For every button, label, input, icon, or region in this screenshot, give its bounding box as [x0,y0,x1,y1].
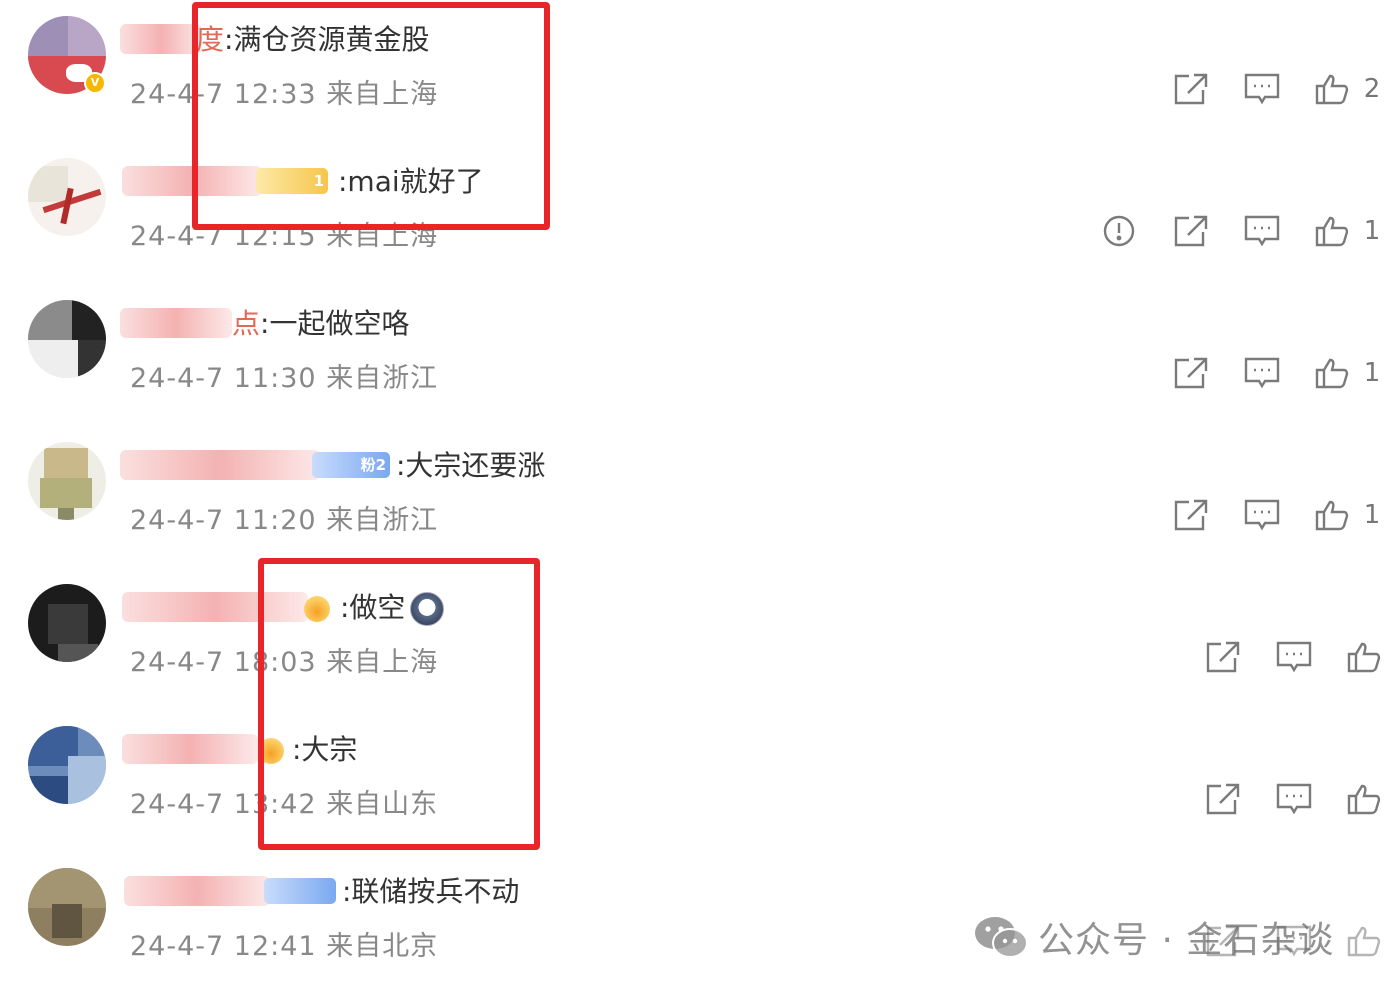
comment-item: 点:一起做空咯 24-4-7 11:30 来自浙江 1 [0,284,1398,426]
like-icon[interactable] [1346,924,1384,958]
comment-text: :大宗还要涨 [396,449,546,482]
share-icon[interactable] [1172,356,1210,390]
avatar[interactable] [28,584,106,662]
report-icon[interactable] [1100,214,1138,248]
comment-item: :做空 24-4-7 18:03 来自上海 [0,568,1398,710]
like-count: 1 [1363,358,1381,388]
wechat-icon [975,917,1028,958]
comment-icon[interactable] [1243,72,1281,106]
comment-text: 点:一起做空咯 [232,307,410,340]
comment-meta: 24-4-7 11:20 来自浙江 [130,498,438,537]
comment-item: 粉2 :大宗还要涨 24-4-7 11:20 来自浙江 1 [0,426,1398,568]
timestamp: 24-4-7 11:30 [130,363,317,394]
like-count: 1 [1363,216,1381,246]
comment-icon[interactable] [1275,782,1313,816]
like-icon[interactable] [1346,640,1384,674]
comment-icon[interactable] [1243,214,1281,248]
share-icon[interactable] [1172,498,1210,532]
timestamp: 24-4-7 12:41 [130,931,317,962]
avatar[interactable] [28,442,106,520]
like-icon[interactable] [1346,782,1384,816]
fan-medal[interactable] [264,878,336,904]
location: 来自浙江 [326,363,439,394]
highlight-box-top [192,2,550,230]
avatar[interactable] [28,158,106,236]
like-icon[interactable] [1314,356,1352,390]
comment-text: :联储按兵不动 [342,875,520,908]
username-blurred[interactable] [120,450,320,480]
share-icon[interactable] [1172,214,1210,248]
avatar[interactable] [28,726,106,804]
comment-icon[interactable] [1275,640,1313,674]
location: 来自北京 [326,931,439,962]
fan-medal[interactable]: 粉2 [312,452,390,478]
username-blurred[interactable] [120,308,232,338]
username-blurred[interactable] [124,876,270,906]
comment-body: 一起做空咯 [269,307,410,340]
username-blurred[interactable] [122,734,258,764]
comment-icon[interactable] [1243,498,1281,532]
like-count: 1 [1363,500,1381,530]
share-icon[interactable] [1204,782,1242,816]
highlight-box-bottom [258,558,540,850]
comment-item: :大宗 24-4-7 13:42 来自山东 [0,710,1398,852]
comment-meta: 24-4-7 11:30 来自浙江 [130,356,438,395]
avatar[interactable] [28,300,106,378]
timestamp: 24-4-7 11:20 [130,505,317,536]
avatar[interactable] [28,868,106,946]
verified-icon: V [84,72,106,94]
share-icon[interactable] [1204,640,1242,674]
location: 来自浙江 [326,505,439,536]
share-icon[interactable] [1172,72,1210,106]
watermark-text: 公众号 · 金石杂谈 [1038,920,1335,961]
like-count: 2 [1363,74,1381,104]
like-icon[interactable] [1314,214,1352,248]
like-icon[interactable] [1314,72,1352,106]
username-tail[interactable]: 点 [232,307,260,340]
comment-meta: 24-4-7 12:41 来自北京 [130,924,438,963]
username-blurred[interactable] [120,24,202,54]
like-icon[interactable] [1314,498,1352,532]
watermark: 公众号 · 金石杂谈 [974,912,1334,962]
comment-icon[interactable] [1243,356,1281,390]
